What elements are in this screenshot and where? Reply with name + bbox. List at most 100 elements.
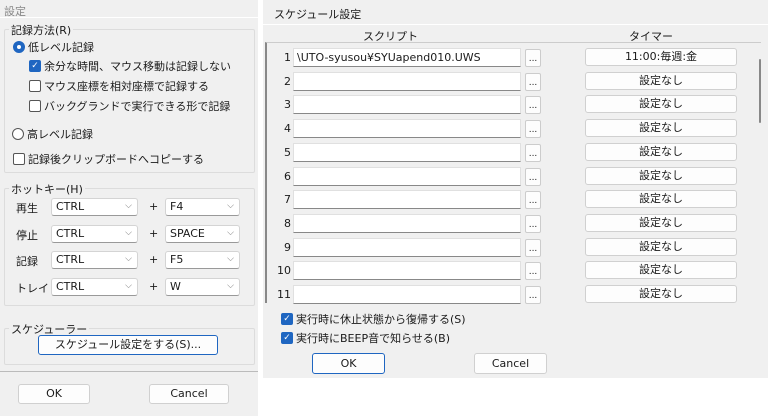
row-number: 5 (284, 145, 291, 159)
script-path-input[interactable] (293, 71, 521, 91)
hotkey-key-select[interactable]: SPACE ⌵ (165, 224, 240, 243)
timer-button[interactable]: 設定なし (585, 237, 737, 256)
timer-button[interactable]: 設定なし (585, 285, 737, 303)
checkbox-skip-idle[interactable]: ✓ 余分な時間、マウス移動は記録しない (29, 58, 231, 74)
settings-dialog: 設定 記録方法(R) 低レベル記録 ✓ 余分な時間、マウス移動は記録しない マウス… (0, 0, 258, 416)
row-number: 4 (284, 122, 291, 136)
chevron-down-icon: ⌵ (125, 227, 132, 238)
schedule-row: 4 ... 設定なし (267, 118, 747, 140)
radio-low-level-label: 低レベル記録 (28, 41, 94, 54)
hotkey-key-select[interactable]: F4 ⌵ (165, 198, 240, 216)
ok-button[interactable]: OK (18, 384, 90, 404)
radio-high-level[interactable]: 高レベル記録 (12, 126, 93, 142)
radio-low-level[interactable]: 低レベル記録 (13, 39, 94, 55)
hotkey-row-label: 停止 (16, 228, 38, 242)
checkbox-beep-label: 実行時にBEEP音で知らせる(B) (296, 332, 450, 345)
schedule-cancel-button[interactable]: Cancel (474, 353, 547, 374)
checkbox-copy-clipboard[interactable]: 記録後クリップボードへコピーする (13, 151, 204, 167)
browse-button[interactable]: ... (525, 72, 541, 91)
browse-button[interactable]: ... (525, 238, 541, 257)
row-number: 2 (284, 74, 291, 88)
script-path-input[interactable] (293, 119, 521, 139)
hotkey-modifier-select[interactable]: CTRL ⌵ (51, 277, 138, 296)
timer-button[interactable]: 設定なし (585, 71, 737, 90)
schedule-row: 11 ... 設定なし (267, 284, 747, 306)
script-path-input[interactable] (293, 142, 521, 162)
plus-sign: + (149, 226, 159, 240)
row-number: 10 (277, 264, 291, 278)
browse-button[interactable]: ... (525, 167, 541, 186)
timer-button[interactable]: 11:00:毎週:金 (585, 48, 737, 66)
schedule-row: 1 \UTO-syusou¥SYUapend010.UWS ... 11:00:… (267, 47, 747, 69)
browse-button[interactable]: ... (525, 143, 541, 162)
browse-button[interactable]: ... (525, 49, 541, 67)
chevron-down-icon: ⌵ (227, 254, 234, 264)
script-path-input[interactable] (293, 237, 521, 257)
row-number: 11 (277, 288, 291, 301)
hotkey-key-value: F4 (170, 200, 184, 213)
record-method-label: 記録方法(R) (9, 22, 74, 38)
cancel-button[interactable]: Cancel (149, 384, 229, 404)
schedule-row: 3 ... 設定なし (267, 94, 747, 116)
browse-button[interactable]: ... (525, 96, 541, 115)
schedule-row: 9 ... 設定なし (267, 237, 747, 259)
hotkey-modifier-select[interactable]: CTRL ⌵ (51, 198, 138, 216)
hotkey-row-label: 再生 (16, 202, 38, 215)
script-path-input[interactable] (293, 285, 521, 304)
hotkey-key-value: F5 (170, 253, 184, 266)
checkbox-copy-clipboard-label: 記録後クリップボードへコピーする (28, 153, 204, 166)
checkmark-icon: ✓ (281, 313, 293, 325)
browse-button[interactable]: ... (525, 286, 541, 304)
hotkey-key-select[interactable]: W ⌵ (165, 277, 240, 296)
schedule-row: 6 ... 設定なし (267, 166, 747, 188)
hotkey-modifier-value: CTRL (56, 226, 85, 240)
checkbox-resume[interactable]: ✓ 実行時に休止状態から復帰する(S) (281, 311, 466, 327)
checkbox-background[interactable]: バックグランドで実行できる形で記録 (29, 98, 230, 114)
hotkey-modifier-select[interactable]: CTRL ⌵ (51, 251, 138, 269)
chevron-down-icon: ⌵ (125, 280, 132, 291)
row-number: 9 (284, 240, 291, 254)
hotkey-modifier-value: CTRL (56, 279, 85, 293)
browse-button[interactable]: ... (525, 191, 541, 210)
schedule-list: 1 \UTO-syusou¥SYUapend010.UWS ... 11:00:… (265, 42, 761, 306)
hotkey-modifier-select[interactable]: CTRL ⌵ (51, 224, 138, 243)
checkbox-beep[interactable]: ✓ 実行時にBEEP音で知らせる(B) (281, 330, 450, 346)
timer-button[interactable]: 設定なし (585, 261, 737, 280)
plus-sign: + (149, 200, 159, 213)
timer-button[interactable]: 設定なし (585, 95, 737, 114)
checkmark-icon: ✓ (281, 332, 293, 344)
row-number: 8 (284, 216, 291, 230)
script-path-input[interactable] (293, 190, 521, 210)
checkbox-relative-label: マウス座標を相対座標で記録する (44, 80, 209, 93)
schedule-row: 10 ... 設定なし (267, 260, 747, 282)
hotkey-key-value: SPACE (170, 226, 205, 240)
timer-button[interactable]: 設定なし (585, 166, 737, 185)
timer-button[interactable]: 設定なし (585, 119, 737, 138)
script-path-input[interactable] (293, 213, 521, 233)
schedule-settings-button[interactable]: スケジュール設定をする(S)... (38, 335, 218, 355)
browse-button[interactable]: ... (525, 262, 541, 281)
row-number: 1 (284, 51, 291, 64)
schedule-ok-button[interactable]: OK (312, 353, 385, 374)
script-path-input[interactable] (293, 261, 521, 281)
browse-button[interactable]: ... (525, 214, 541, 233)
hotkey-key-value: W (170, 279, 181, 293)
timer-button[interactable]: 設定なし (585, 213, 737, 232)
plus-sign: + (149, 253, 159, 266)
script-path-input[interactable] (293, 95, 521, 115)
chevron-down-icon: ⌵ (227, 280, 234, 291)
chevron-down-icon: ⌵ (227, 201, 234, 211)
checkbox-resume-label: 実行時に休止状態から復帰する(S) (296, 313, 466, 326)
hotkey-row-label: 記録 (16, 255, 38, 268)
script-path-input[interactable] (293, 166, 521, 186)
hotkey-modifier-value: CTRL (56, 200, 85, 213)
hotkey-key-select[interactable]: F5 ⌵ (165, 251, 240, 269)
row-number: 6 (284, 169, 291, 183)
browse-button[interactable]: ... (525, 120, 541, 139)
script-path-input[interactable]: \UTO-syusou¥SYUapend010.UWS (293, 48, 521, 67)
timer-button[interactable]: 設定なし (585, 190, 737, 209)
checkbox-relative[interactable]: マウス座標を相対座標で記録する (29, 78, 209, 94)
scrollbar-thumb[interactable] (759, 59, 761, 123)
checkmark-icon: ✓ (29, 60, 41, 72)
timer-button[interactable]: 設定なし (585, 142, 737, 161)
